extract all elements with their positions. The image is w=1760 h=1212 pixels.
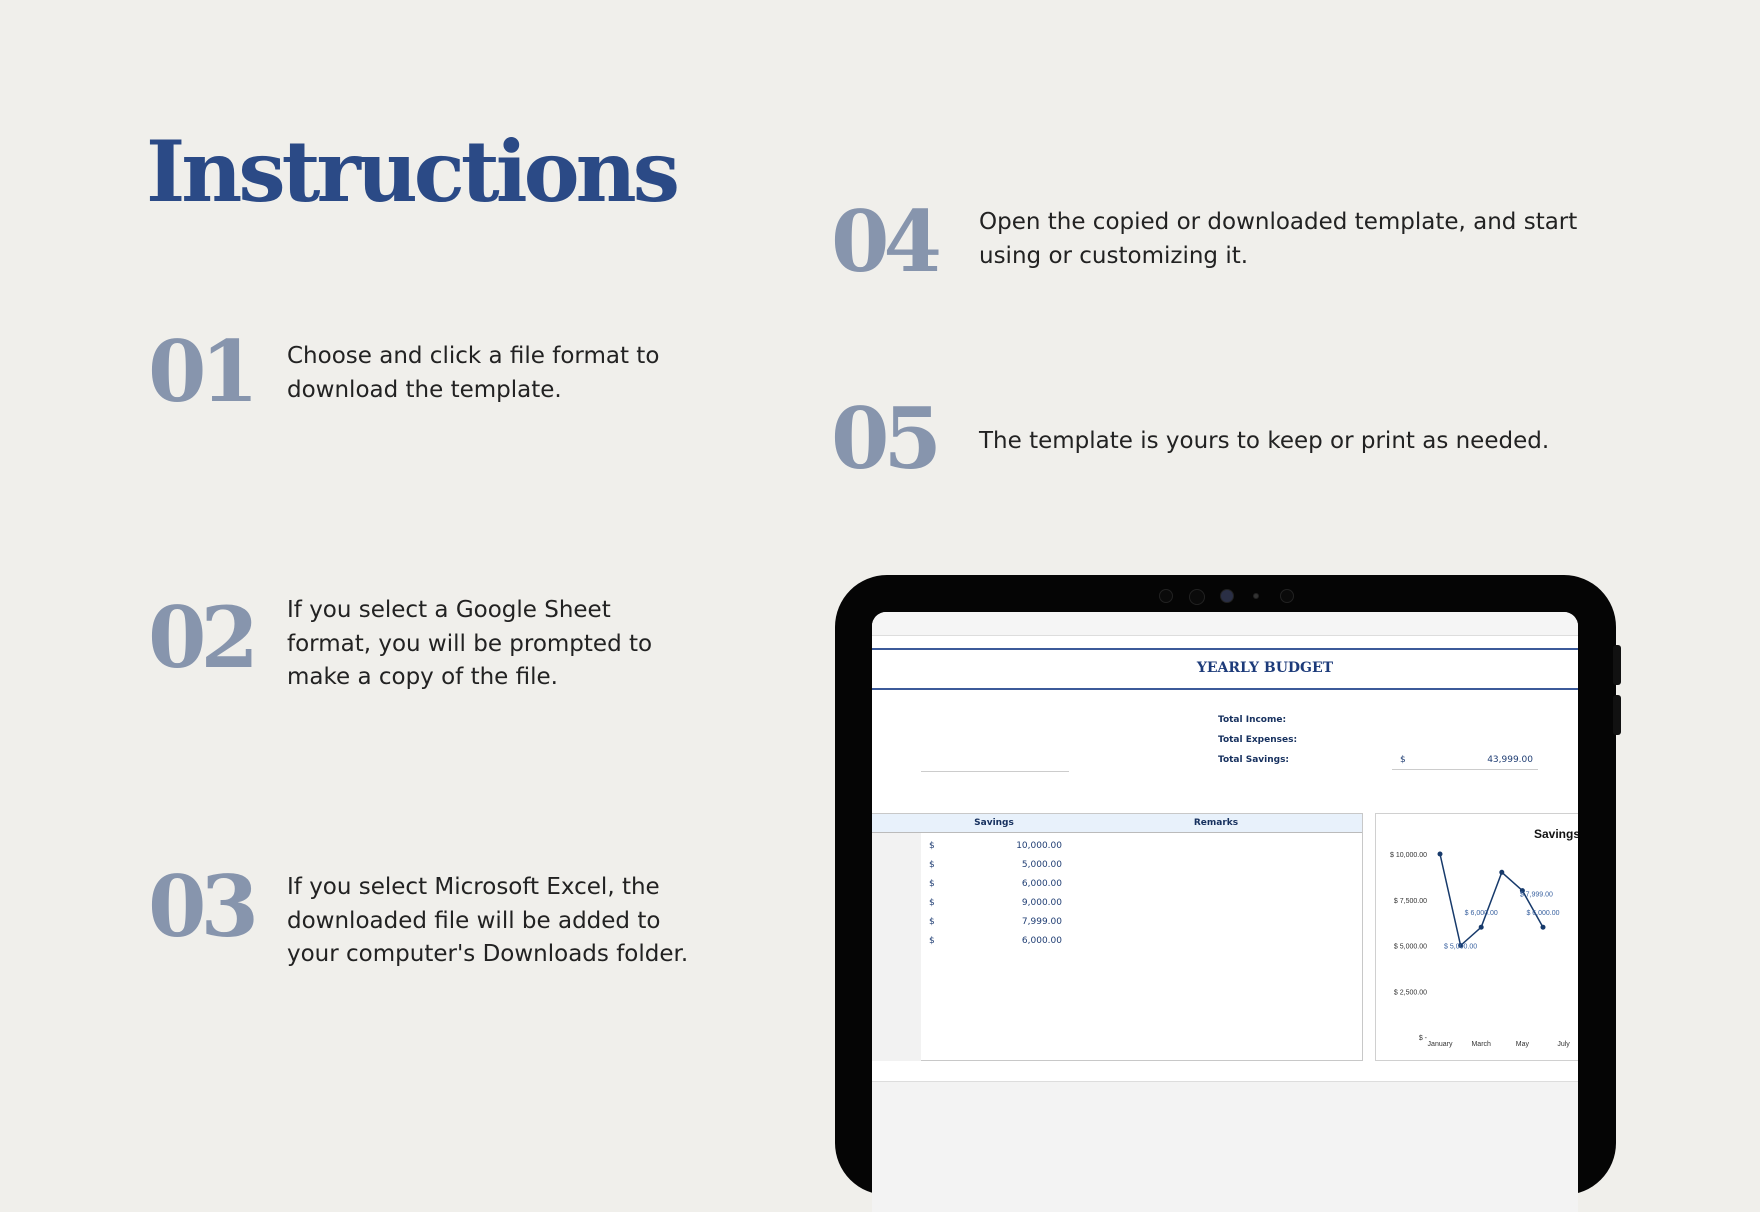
camera-icon (1159, 589, 1173, 603)
savings-cell[interactable]: 7,999.00 (981, 917, 1062, 927)
tablet-side-button (1613, 695, 1621, 735)
table-row[interactable]: $ 6,000.00 (921, 936, 1361, 952)
currency-cell: $ (929, 860, 935, 870)
toolbar (872, 612, 1578, 636)
data-point (1540, 924, 1546, 930)
divider (872, 648, 1578, 650)
currency-cell: $ (929, 898, 935, 908)
savings-chart: Savings $ - $ 2,500.00 $ 5,000.00 $ 7,500.00… (1375, 813, 1578, 1061)
tablet-device: YEARLY BUDGET Total Income: Total Expens… (835, 575, 1621, 1212)
x-tick-label: January (1428, 1041, 1453, 1048)
y-tick-label: $ 2,500.00 (1394, 989, 1427, 996)
savings-cell[interactable]: 9,000.00 (981, 898, 1062, 908)
column-header-savings: Savings (974, 818, 1014, 828)
currency-cell: $ (929, 841, 935, 851)
table-row[interactable]: $ 7,999.00 (921, 917, 1361, 933)
step-number: 02 (148, 588, 259, 687)
x-tick-label: March (1471, 1041, 1491, 1048)
total-expenses-label: Total Expenses: (1218, 735, 1298, 745)
sensor-icon (1253, 593, 1259, 599)
page-title: Instructions (146, 122, 680, 221)
total-savings-label: Total Savings: (1218, 755, 1290, 765)
step-text: Choose and click a file format to downlo… (287, 343, 660, 403)
total-savings-currency: $ (1400, 755, 1406, 765)
series-line (1439, 853, 1544, 947)
step-number: 03 (148, 857, 259, 956)
table-header: Savings Remarks (872, 814, 1362, 833)
savings-cell[interactable]: 6,000.00 (981, 936, 1062, 946)
x-tick-label: May (1516, 1041, 1530, 1048)
divider (872, 688, 1578, 690)
currency-cell: $ (929, 879, 935, 889)
savings-cell[interactable]: 5,000.00 (981, 860, 1062, 870)
data-label: $ 6,000.00 (1526, 910, 1559, 917)
step-text: If you select a Google Sheet format, you… (287, 597, 653, 690)
camera-icon (1280, 589, 1294, 603)
data-point (1437, 851, 1443, 857)
table-row[interactable]: $ 9,000.00 (921, 898, 1361, 914)
savings-cell[interactable]: 6,000.00 (981, 879, 1062, 889)
data-label: $ 7,999.00 (1520, 892, 1553, 899)
y-tick-label: $ - (1419, 1035, 1428, 1042)
total-savings-value[interactable]: 43,999.00 (1433, 755, 1533, 765)
step-text: The template is yours to keep or print a… (979, 428, 1550, 454)
tablet-side-button (1613, 645, 1621, 685)
spreadsheet-screen: YEARLY BUDGET Total Income: Total Expens… (872, 612, 1578, 1212)
table-row[interactable]: $ 10,000.00 (921, 841, 1361, 857)
step-number: 05 (831, 389, 942, 488)
y-tick-label: $ 5,000.00 (1394, 944, 1427, 951)
total-income-label: Total Income: (1218, 715, 1287, 725)
data-point (1499, 869, 1505, 875)
savings-table: Savings Remarks $ 10,000.00 $ 5,000.00 $… (872, 813, 1363, 1061)
step-number: 04 (831, 192, 942, 291)
y-tick-label: $ 7,500.00 (1394, 898, 1427, 905)
step-text: If you select Microsoft Excel, the downl… (287, 874, 689, 967)
chart-title: Savings (1534, 827, 1578, 841)
column-header-remarks: Remarks (1193, 818, 1239, 828)
y-tick-label: $ 10,000.00 (1390, 852, 1427, 859)
row-header-column (872, 833, 921, 1061)
data-point (1478, 924, 1484, 930)
divider (1392, 769, 1538, 770)
sheet-footer (872, 1081, 1578, 1212)
sheet-title: YEARLY BUDGET (1196, 660, 1334, 676)
savings-cell[interactable]: 10,000.00 (981, 841, 1062, 851)
savings-line-chart: Savings $ - $ 2,500.00 $ 5,000.00 $ 7,500.00… (1390, 827, 1578, 1048)
data-label: $ 6,000.00 (1465, 910, 1498, 917)
table-row[interactable]: $ 6,000.00 (921, 879, 1361, 895)
divider (921, 771, 1069, 772)
step-text: Open the copied or downloaded template, … (979, 209, 1578, 269)
currency-cell: $ (929, 936, 935, 946)
currency-cell: $ (929, 917, 935, 927)
step-number: 01 (148, 322, 259, 421)
camera-icon (1189, 589, 1205, 605)
table-row[interactable]: $ 5,000.00 (921, 860, 1361, 876)
data-label: $ 5,000.00 (1444, 944, 1477, 951)
camera-icon (1220, 589, 1234, 603)
x-tick-label: July (1557, 1041, 1570, 1048)
